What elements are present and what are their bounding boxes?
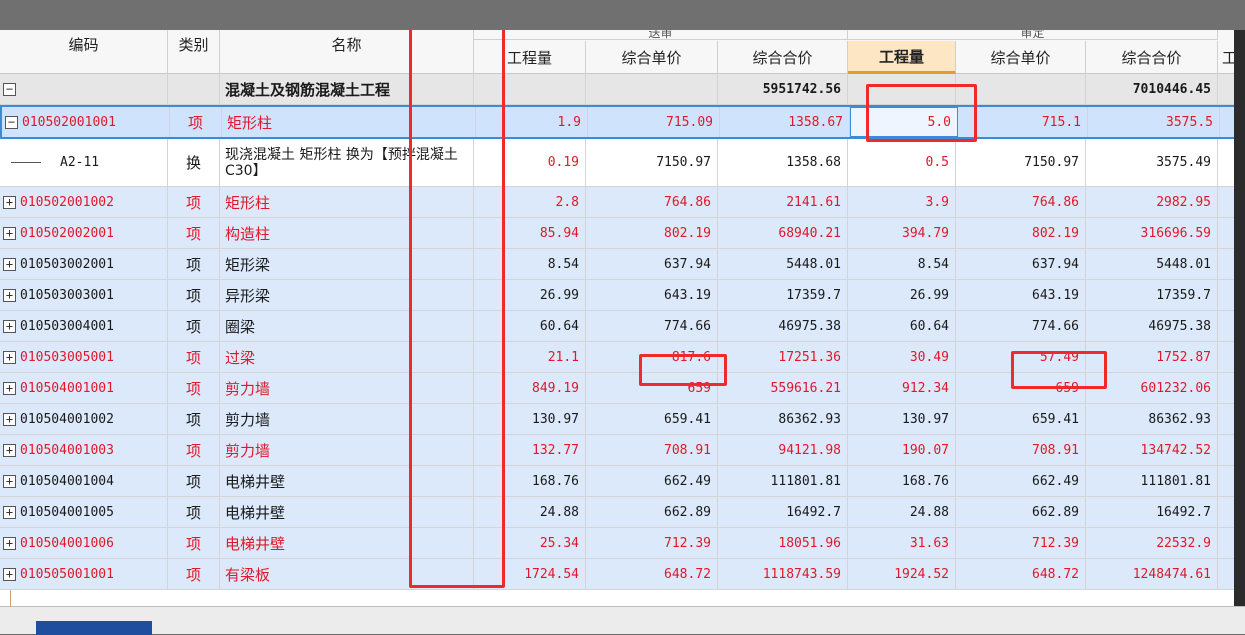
header-approved-quantity[interactable]: 工程量: [848, 41, 956, 74]
header-group-submitted: 送审: [474, 30, 848, 40]
bottom-action-button[interactable]: [36, 621, 152, 635]
table-row[interactable]: +010503005001 项 过梁 21.1 817.6 17251.36 3…: [0, 342, 1245, 373]
header-type[interactable]: 类别: [168, 30, 220, 74]
section-approved-total[interactable]: 7010446.45: [1086, 74, 1218, 104]
table-row[interactable]: +010505001001 项 有梁板 1724.54 648.72 11187…: [0, 559, 1245, 590]
grid-header: 编码 类别 名称 送审 审定 工程量 综合单价 综合合价 工程量 综合单价 综合…: [0, 30, 1245, 74]
table-row[interactable]: +010504001003 项 剪力墙 132.77 708.91 94121.…: [0, 435, 1245, 466]
bottom-toolbar: [0, 606, 1245, 635]
header-group-approved: 审定: [848, 30, 1218, 40]
vertical-scrollbar[interactable]: [1234, 30, 1245, 606]
collapse-icon[interactable]: −: [5, 115, 18, 129]
expand-icon[interactable]: +: [3, 443, 16, 457]
table-row-selected[interactable]: −010502001001 项 矩形柱 1.9 715.09 1358.67 5…: [0, 105, 1245, 139]
table-row-section[interactable]: − 混凝土及钢筋混凝土工程 5951742.56 7010446.45: [0, 74, 1245, 105]
section-name: 混凝土及钢筋混凝土工程: [220, 74, 474, 104]
expand-icon[interactable]: +: [3, 195, 16, 209]
expand-icon[interactable]: +: [3, 257, 16, 271]
expand-icon[interactable]: +: [3, 474, 16, 488]
expand-icon[interactable]: +: [3, 536, 16, 550]
collapse-icon[interactable]: −: [3, 82, 16, 96]
table-row[interactable]: +010503004001 项 圈梁 60.64 774.66 46975.38…: [0, 311, 1245, 342]
expand-icon[interactable]: +: [3, 288, 16, 302]
table-row[interactable]: +010502001002 项 矩形柱 2.8 764.86 2141.61 3…: [0, 187, 1245, 218]
budget-grid: 编码 类别 名称 送审 审定 工程量 综合单价 综合合价 工程量 综合单价 综合…: [0, 30, 1245, 606]
table-row[interactable]: +010504001001 项 剪力墙 849.19 659 559616.21…: [0, 373, 1245, 404]
header-submitted-unit-price[interactable]: 综合单价: [586, 41, 718, 74]
expand-icon[interactable]: +: [3, 381, 16, 395]
section-submitted-total[interactable]: 5951742.56: [718, 74, 848, 104]
table-row[interactable]: +010503003001 项 异形梁 26.99 643.19 17359.7…: [0, 280, 1245, 311]
table-row[interactable]: +010504001002 项 剪力墙 130.97 659.41 86362.…: [0, 404, 1245, 435]
table-row[interactable]: +010504001004 项 电梯井壁 168.76 662.49 11180…: [0, 466, 1245, 497]
header-submitted-quantity[interactable]: 工程量: [474, 41, 586, 74]
header-name[interactable]: 名称: [220, 30, 474, 74]
header-submitted-total[interactable]: 综合合价: [718, 41, 848, 74]
header-approved-total[interactable]: 综合合价: [1086, 41, 1218, 74]
table-row[interactable]: +010502002001 项 构造柱 85.94 802.19 68940.2…: [0, 218, 1245, 249]
highlighted-unit-price[interactable]: 817.6: [586, 342, 718, 372]
table-row[interactable]: +010504001005 项 电梯井壁 24.88 662.89 16492.…: [0, 497, 1245, 528]
table-row[interactable]: +010503002001 项 矩形梁 8.54 637.94 5448.01 …: [0, 249, 1245, 280]
expand-icon[interactable]: +: [3, 350, 16, 364]
title-bar: [0, 0, 1245, 30]
expand-icon[interactable]: +: [3, 567, 16, 581]
table-row[interactable]: +010504001006 项 电梯井壁 25.34 712.39 18051.…: [0, 528, 1245, 559]
highlighted-approved-unit-price[interactable]: 57.49: [956, 342, 1086, 372]
expand-icon[interactable]: +: [3, 319, 16, 333]
header-code[interactable]: 编码: [0, 30, 168, 74]
tree-branch-icon: [11, 162, 41, 163]
expand-icon[interactable]: +: [3, 226, 16, 240]
approved-quantity-input[interactable]: 5.0: [850, 107, 958, 137]
table-row-subitem[interactable]: A2-11 换 现浇混凝土 矩形柱 换为【预拌混凝土 C30】 0.19 715…: [0, 139, 1245, 187]
header-approved-unit-price[interactable]: 综合单价: [956, 41, 1086, 74]
expand-icon[interactable]: +: [3, 505, 16, 519]
expand-icon[interactable]: +: [3, 412, 16, 426]
